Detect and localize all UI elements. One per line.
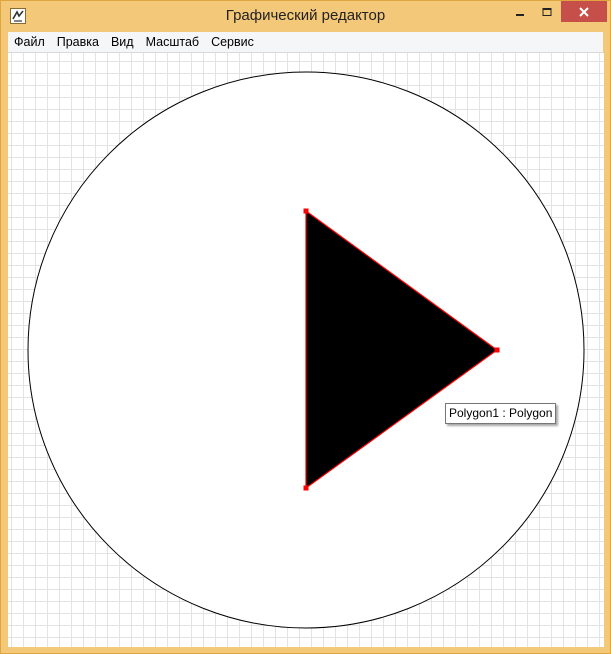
menu-view[interactable]: Вид	[105, 35, 140, 49]
vertex-handle-right[interactable]	[494, 347, 500, 353]
maximize-icon	[542, 7, 552, 16]
drawing-canvas[interactable]: Polygon1 : Polygon	[8, 53, 604, 647]
vertex-handle-top[interactable]	[303, 208, 309, 214]
minimize-button[interactable]	[507, 1, 533, 22]
menu-tools[interactable]: Сервис	[205, 35, 260, 49]
menu-edit[interactable]: Правка	[51, 35, 105, 49]
vertex-handle-bottom[interactable]	[303, 485, 309, 491]
menu-bar: Файл Правка Вид Масштаб Сервис	[8, 32, 603, 53]
drawing-surface[interactable]	[8, 53, 604, 647]
close-icon	[579, 6, 589, 17]
maximize-button[interactable]	[534, 1, 560, 22]
close-button[interactable]	[561, 1, 607, 22]
title-bar[interactable]: Графический редактор	[1, 1, 610, 32]
shape-tooltip: Polygon1 : Polygon	[445, 403, 557, 424]
menu-zoom[interactable]: Масштаб	[140, 35, 205, 49]
menu-file[interactable]: Файл	[8, 35, 51, 49]
app-window: Графический редактор Файл Правка Вид Мас…	[0, 0, 611, 654]
minimize-icon	[516, 13, 524, 16]
